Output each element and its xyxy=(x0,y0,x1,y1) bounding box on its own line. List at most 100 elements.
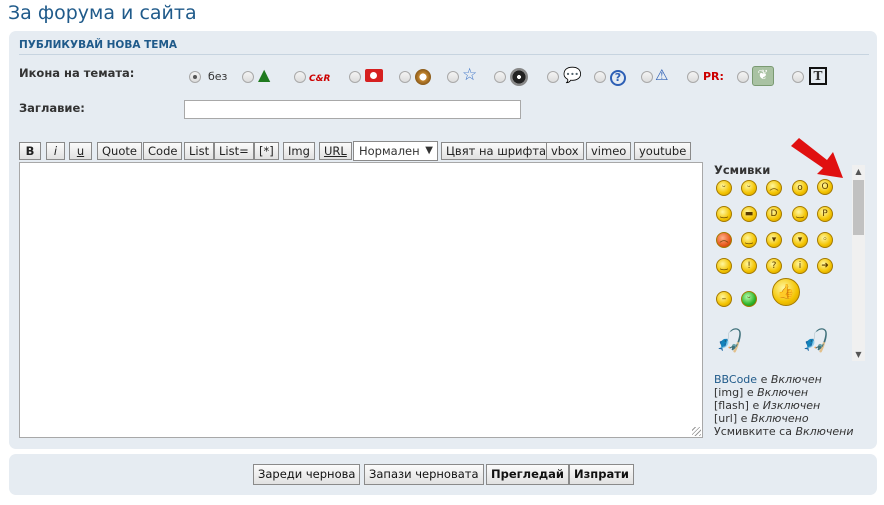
smiley-eek-icon[interactable]: O xyxy=(817,179,833,195)
smiley-angry-icon[interactable]: ︵ xyxy=(716,232,732,248)
icon-label: Икона на темата: xyxy=(19,66,135,80)
font-size-select[interactable]: Нормален ▼ xyxy=(353,141,438,161)
icon-radio-bubble[interactable] xyxy=(547,71,559,83)
icon-radio-tree[interactable] xyxy=(242,71,254,83)
smilies-scrollbar[interactable]: ▲ ▼ xyxy=(852,165,865,361)
speech-bubble-icon: 💬 xyxy=(563,66,582,84)
icon-radio-pr[interactable] xyxy=(687,71,699,83)
icon-none-label: без xyxy=(208,70,228,83)
icon-radio-camera[interactable] xyxy=(349,71,361,83)
scroll-up-icon[interactable]: ▲ xyxy=(852,165,865,178)
bbcode-state: Включен xyxy=(770,373,822,386)
text-t-icon: T xyxy=(809,65,827,85)
flash-tag: [flash] xyxy=(714,399,749,412)
warning-icon: ⚠ xyxy=(655,66,669,84)
pr-icon-text: PR: xyxy=(703,70,724,83)
preview-button[interactable]: Прегледай xyxy=(486,464,569,485)
film-reel-icon xyxy=(510,65,528,86)
smiley-question-icon[interactable]: ? xyxy=(766,258,782,274)
vbox-button[interactable]: vbox xyxy=(546,142,584,160)
bbcode-link[interactable]: BBCode xyxy=(714,373,757,386)
youtube-button[interactable]: youtube xyxy=(634,142,692,160)
font-size-selected: Нормален xyxy=(359,144,420,158)
smiley-grin-icon[interactable]: ᵕ xyxy=(741,180,757,196)
smiley-twisted-icon[interactable]: ▾ xyxy=(792,232,808,248)
smiley-fishing-icon[interactable]: 🎣 xyxy=(716,329,743,354)
smilies-status-text: Усмивките са xyxy=(714,425,792,438)
resize-grip-icon[interactable] xyxy=(692,427,701,436)
smiley-cool-icon[interactable]: ▬ xyxy=(741,206,757,222)
smiley-sad-icon[interactable]: ︵ xyxy=(766,180,782,196)
flash-is: е xyxy=(752,399,760,412)
cr-icon-text: C&R xyxy=(309,74,331,84)
load-draft-button[interactable]: Зареди чернова xyxy=(253,464,361,485)
smiley-lol-icon[interactable]: D xyxy=(766,206,782,222)
code-button[interactable]: Code xyxy=(143,142,183,160)
icon-radio-warning[interactable] xyxy=(641,71,653,83)
url-is: е xyxy=(740,412,748,425)
icon-radio-question[interactable] xyxy=(594,71,606,83)
font-color-button[interactable]: Цвят на шрифта xyxy=(441,142,552,160)
smiley-rolleyes-icon[interactable]: ‿ xyxy=(741,232,757,248)
smiley-fishing2-icon[interactable]: 🎣 xyxy=(802,329,829,354)
panel-header: ПУБЛИКУВАЙ НОВА ТЕМА xyxy=(19,39,869,55)
smiley-roll-icon[interactable]: ◦ xyxy=(817,232,833,248)
img-tag: [img] xyxy=(714,386,744,399)
smiley-neutral-icon[interactable]: – xyxy=(716,291,732,307)
smiley-surprised-icon[interactable]: o xyxy=(792,180,808,196)
title-input[interactable] xyxy=(184,100,521,119)
smiley-mrgreen-icon[interactable]: ᵕ xyxy=(741,291,757,307)
smilies-panel: ᵕ ᵕ ︵ o O ‿ ▬ D ‿ P ︵ ‿ ▾ ▾ ◦ ‿ ! ? i ➜ … xyxy=(712,179,852,361)
vimeo-button[interactable]: vimeo xyxy=(586,142,632,160)
icon-radio-cr[interactable] xyxy=(294,71,306,83)
pr-icon: PR: xyxy=(703,67,724,85)
list-item-button[interactable]: [*] xyxy=(254,142,279,160)
smiley-smile-icon[interactable]: ‿ xyxy=(716,206,732,222)
submit-button[interactable]: Изпрати xyxy=(569,464,634,485)
badge-icon xyxy=(415,67,431,85)
icon-radio-none[interactable] xyxy=(189,71,201,83)
smiley-thumbsup-icon[interactable]: 👍 xyxy=(772,278,800,306)
url-tag: [url] xyxy=(714,412,738,425)
underline-button[interactable]: u xyxy=(69,142,92,160)
img-button[interactable]: Img xyxy=(283,142,315,160)
page-title: За форума и сайта xyxy=(8,2,197,24)
smiley-arrow-icon[interactable]: ➜ xyxy=(817,258,833,274)
dropdown-arrow-icon: ▼ xyxy=(425,145,433,156)
img-state: Включен xyxy=(757,386,809,399)
smiley-evil-icon[interactable]: ▾ xyxy=(766,232,782,248)
title-label: Заглавие: xyxy=(19,101,85,115)
save-draft-button[interactable]: Запази черновата xyxy=(364,464,484,485)
smiley-idea-icon[interactable]: i xyxy=(792,258,808,274)
url-button[interactable]: URL xyxy=(319,142,352,160)
italic-button[interactable]: i xyxy=(46,142,65,160)
bbcode-is: е xyxy=(760,373,768,386)
smiley-razz-icon[interactable]: P xyxy=(817,206,833,222)
icon-radio-star[interactable] xyxy=(447,71,459,83)
tree-icon: ▲ xyxy=(258,65,271,84)
star-icon: ☆ xyxy=(462,65,478,85)
url-state: Включено xyxy=(750,412,809,425)
cr-icon: C&R xyxy=(309,68,330,86)
message-textarea[interactable] xyxy=(19,162,703,438)
smiley-wink-icon[interactable]: ‿ xyxy=(716,258,732,274)
scroll-thumb[interactable] xyxy=(853,180,864,235)
smiley-exclaim-icon[interactable]: ! xyxy=(741,258,757,274)
scroll-down-icon[interactable]: ▼ xyxy=(852,348,865,361)
bbcode-status: BBCode е Включен [img] е Включен [flash]… xyxy=(714,373,854,438)
icon-radio-film[interactable] xyxy=(494,71,506,83)
bold-button[interactable]: B xyxy=(19,142,41,160)
leaf-icon: ❦ xyxy=(752,63,774,86)
smilies-state: Включени xyxy=(795,425,854,438)
smiley-mad-icon[interactable]: ‿ xyxy=(792,206,808,222)
icon-radio-leaf[interactable] xyxy=(737,71,749,83)
icon-radio-badge[interactable] xyxy=(399,71,411,83)
smilies-title: Усмивки xyxy=(714,163,771,177)
list-ordered-button[interactable]: List= xyxy=(214,142,254,160)
quote-button[interactable]: Quote xyxy=(97,142,142,160)
icon-radio-text[interactable] xyxy=(792,71,804,83)
list-button[interactable]: List xyxy=(184,142,215,160)
smiley-biggrin-icon[interactable]: ᵕ xyxy=(716,180,732,196)
post-form-panel: ПУБЛИКУВАЙ НОВА ТЕМА Икона на темата: бе… xyxy=(9,31,877,449)
camera-icon xyxy=(365,67,383,85)
